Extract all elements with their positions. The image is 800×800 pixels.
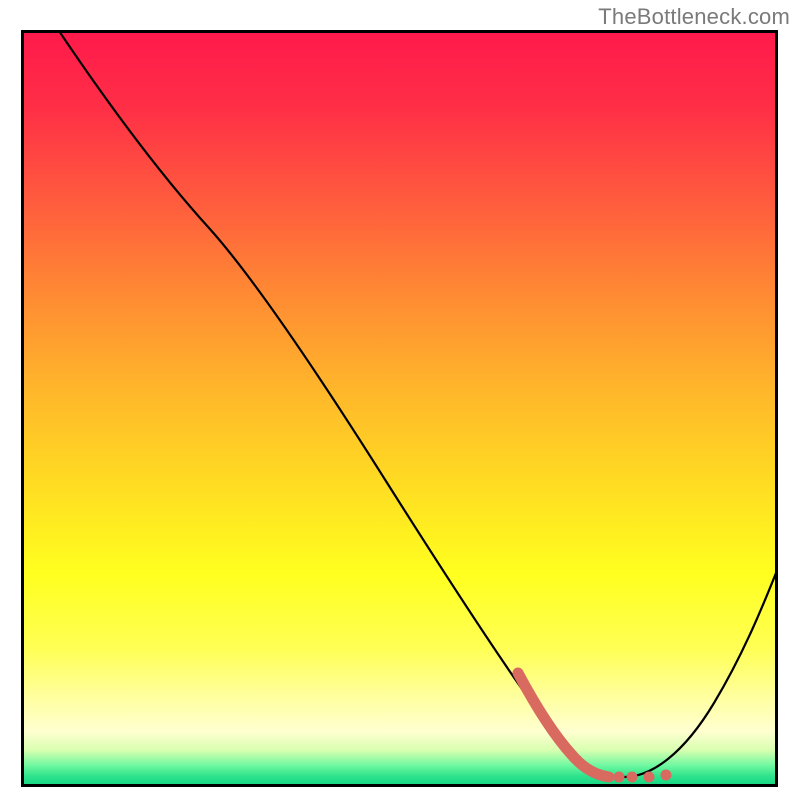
plot-area: [21, 30, 778, 787]
highlight-dot: [627, 772, 638, 783]
chart-container: TheBottleneck.com: [0, 0, 800, 800]
main-curve-path: [57, 33, 775, 777]
bottleneck-curve: [24, 33, 775, 784]
highlight-dot: [661, 770, 672, 781]
highlight-segment: [518, 673, 609, 777]
attribution-text: TheBottleneck.com: [598, 4, 790, 30]
highlight-dot: [614, 772, 625, 783]
highlight-dot: [644, 772, 655, 783]
